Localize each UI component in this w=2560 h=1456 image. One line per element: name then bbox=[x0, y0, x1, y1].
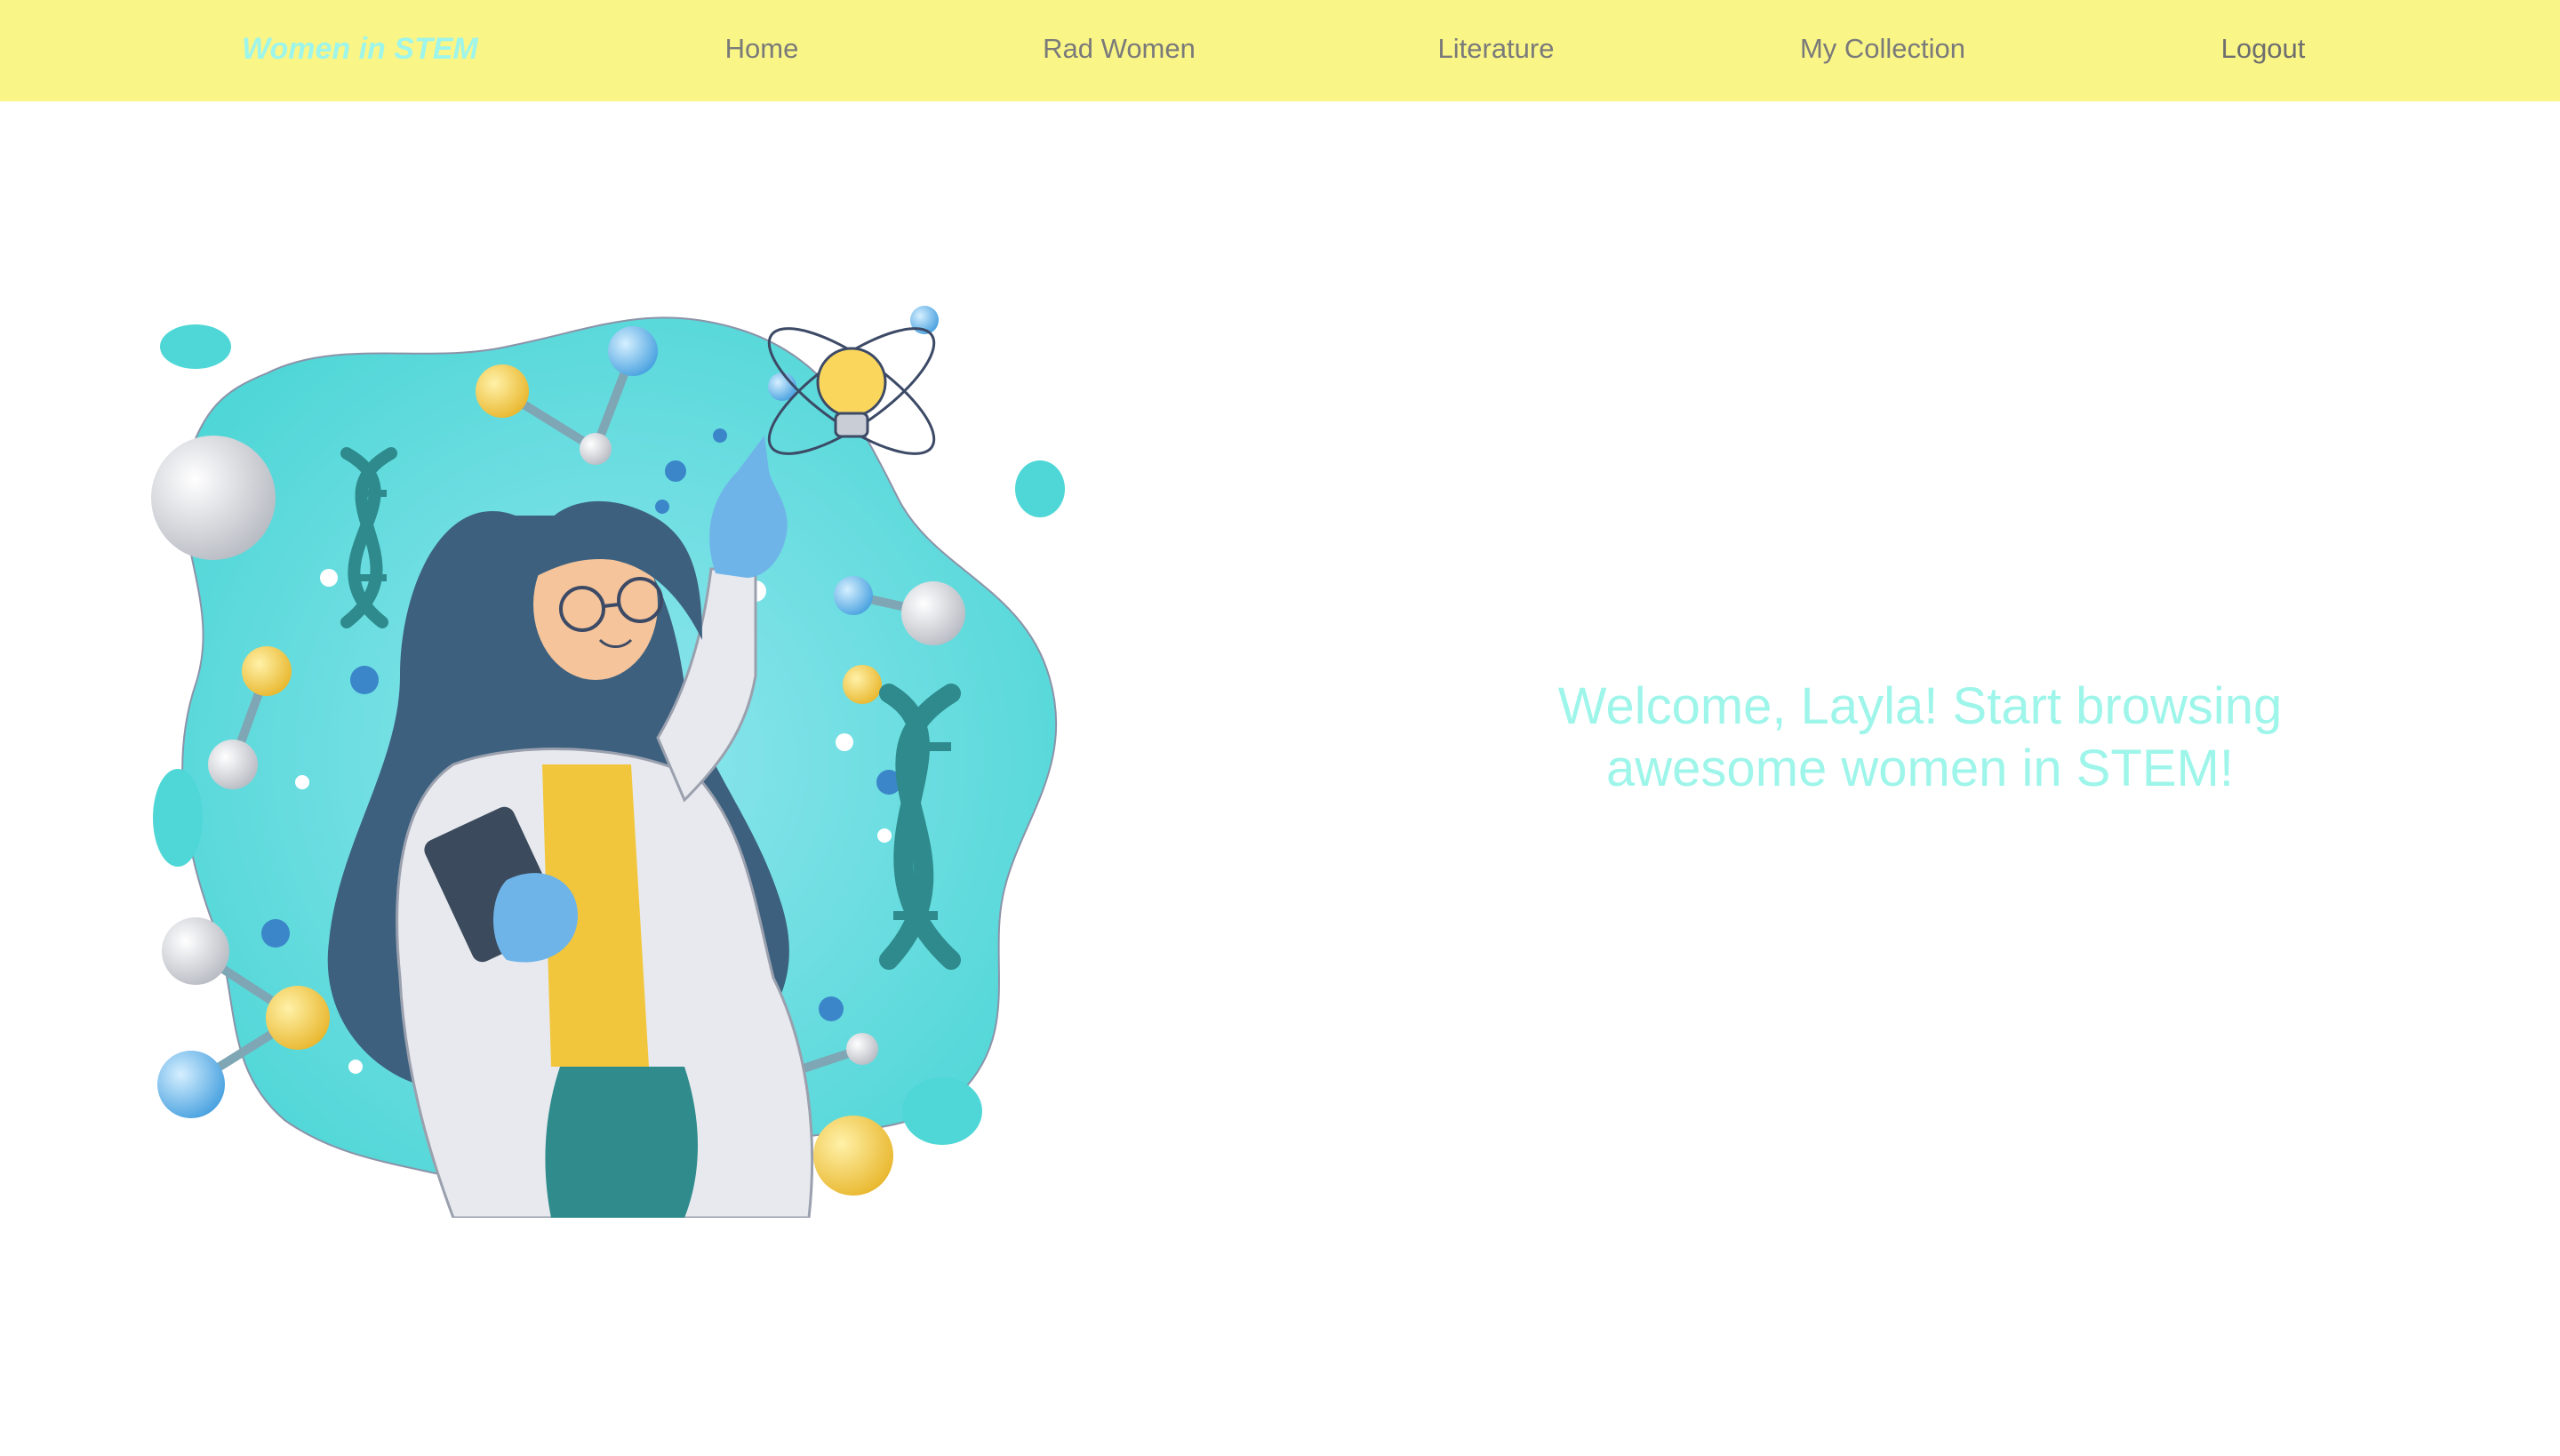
nav-literature-link[interactable]: Literature bbox=[1438, 0, 1555, 101]
nav-rad-women-link[interactable]: Rad Women bbox=[1043, 0, 1196, 101]
nav-my-collection-link[interactable]: My Collection bbox=[1800, 0, 1965, 101]
welcome-heading: Welcome, Layla! Start browsing awesome w… bbox=[1413, 676, 2427, 800]
nav-logout-link[interactable]: Logout bbox=[2221, 0, 2306, 101]
woman-scientist-illustration bbox=[151, 306, 1065, 1218]
welcome-line-1: Welcome, Layla! Start browsing bbox=[1557, 677, 2283, 735]
top-navbar: Women in STEM Home Rad Women Literature … bbox=[0, 0, 2560, 101]
nav-home-link[interactable]: Home bbox=[725, 0, 799, 101]
welcome-line-2: awesome women in STEM! bbox=[1606, 740, 2234, 797]
brand-logo-link[interactable]: Women in STEM bbox=[242, 0, 478, 101]
